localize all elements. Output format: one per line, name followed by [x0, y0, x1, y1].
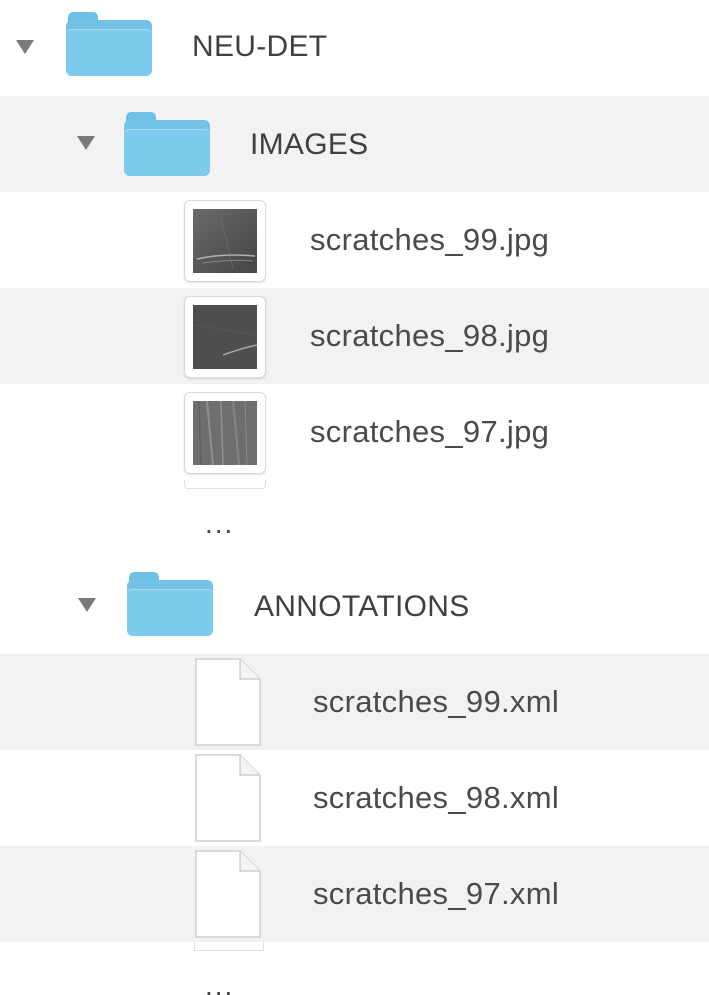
tree-row-file[interactable]: scratches_98.xml: [0, 750, 709, 846]
folder-icon: [127, 572, 213, 636]
file-label: scratches_98.xml: [313, 780, 560, 815]
folder-label-neu-det: NEU-DET: [192, 30, 328, 63]
document-icon: [195, 850, 261, 938]
document-icon: [195, 658, 261, 746]
file-label: scratches_97.jpg: [310, 414, 550, 449]
file-label: scratches_98.jpg: [310, 318, 550, 353]
tree-row-file[interactable]: scratches_98.jpg: [0, 288, 709, 384]
folder-icon: [124, 112, 210, 176]
tree-row-more: ...: [0, 480, 709, 550]
folder-label-images: IMAGES: [250, 128, 369, 161]
tree-row-more: ...: [0, 942, 709, 995]
image-thumbnail-icon: [184, 296, 266, 378]
file-label: scratches_99.xml: [313, 684, 560, 719]
tree-row-file[interactable]: scratches_97.xml: [0, 846, 709, 942]
folder-label-annotations: ANNOTATIONS: [254, 590, 470, 623]
image-thumbnail-icon: [184, 392, 266, 474]
thumbnail-edge: [184, 480, 266, 489]
folder-icon: [66, 12, 152, 76]
tree-row-file[interactable]: scratches_97.jpg: [0, 384, 709, 480]
tree-row-annotations[interactable]: ANNOTATIONS: [0, 560, 709, 656]
file-tree: NEU-DET IMAGES scratches_99.jpg scratche…: [0, 0, 709, 995]
file-label: scratches_99.jpg: [310, 222, 550, 257]
more-items-ellipsis: ...: [205, 970, 235, 995]
tree-row-neu-det[interactable]: NEU-DET: [0, 0, 709, 96]
document-edge: [194, 942, 264, 951]
image-thumbnail-icon: [184, 200, 266, 282]
tree-row-file[interactable]: scratches_99.xml: [0, 654, 709, 750]
disclosure-triangle-icon[interactable]: [16, 40, 34, 54]
document-icon: [195, 754, 261, 842]
tree-row-file[interactable]: scratches_99.jpg: [0, 192, 709, 288]
more-items-ellipsis: ...: [205, 508, 235, 539]
tree-row-images[interactable]: IMAGES: [0, 96, 709, 192]
disclosure-triangle-icon[interactable]: [77, 136, 95, 150]
disclosure-triangle-icon[interactable]: [78, 598, 96, 612]
file-label: scratches_97.xml: [313, 876, 560, 911]
